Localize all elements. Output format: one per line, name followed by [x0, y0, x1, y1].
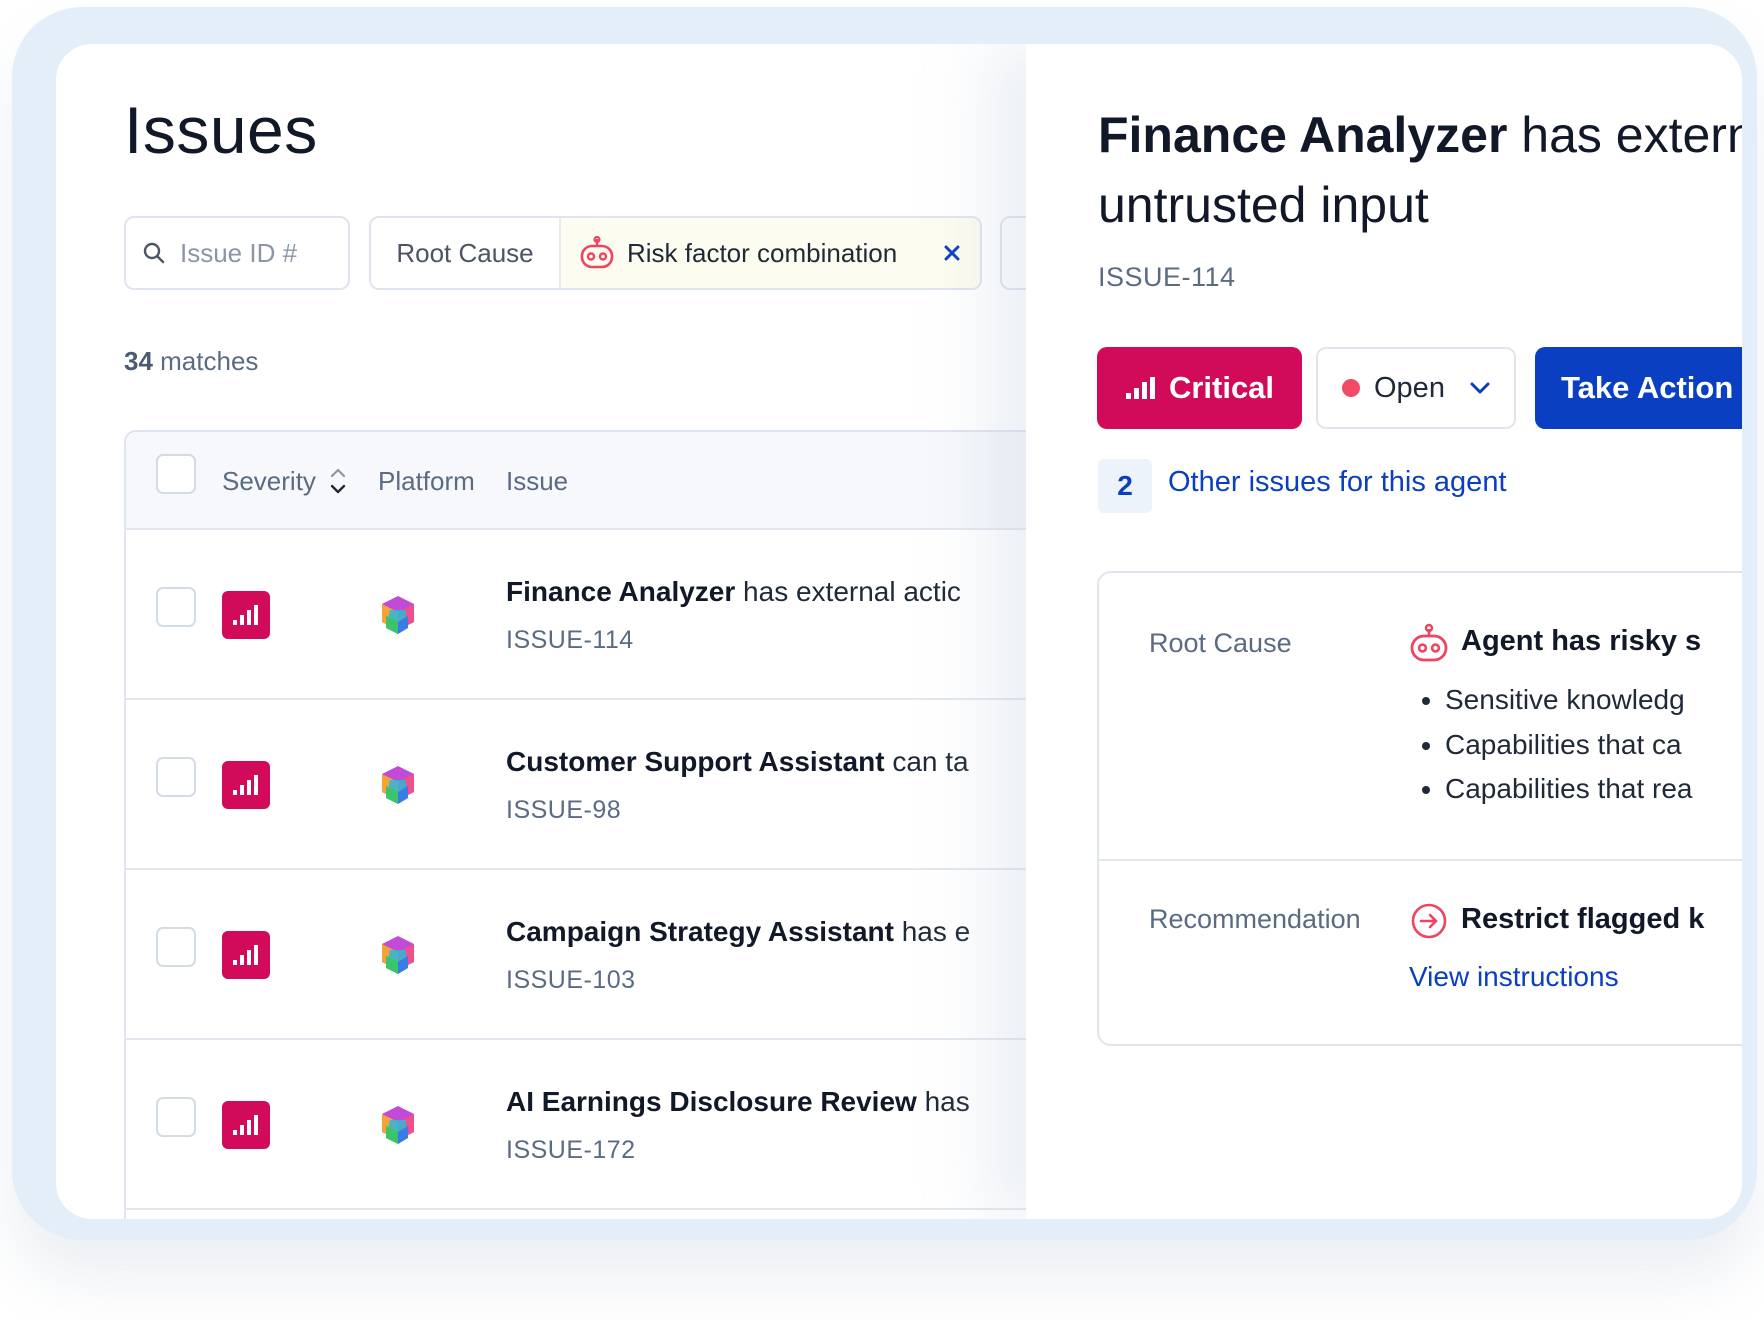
cube-logo-icon — [382, 596, 414, 634]
table-row[interactable]: Customer Support Assistant can ta ISSUE-… — [126, 700, 1082, 870]
card-divider — [1099, 859, 1742, 861]
row-issue-title[interactable]: Campaign Strategy Assistant has e — [506, 916, 970, 948]
cube-logo-icon — [382, 766, 414, 804]
status-dropdown[interactable]: Open — [1316, 347, 1516, 429]
table-header: Severity Platform Issue — [126, 432, 1082, 530]
search-icon — [143, 242, 165, 264]
recommendation-label: Recommendation — [1149, 904, 1361, 934]
row-issue-title[interactable]: Customer Support Assistant can ta — [506, 746, 969, 778]
search-box[interactable] — [124, 216, 350, 290]
root-cause-heading: Agent has risky s — [1461, 625, 1702, 657]
robot-icon — [1410, 623, 1448, 662]
severity-critical-badge — [222, 931, 270, 979]
issues-table: Severity Platform Issue Finance Analyzer… — [124, 430, 1084, 1219]
severity-button-label: Critical — [1168, 370, 1275, 405]
view-instructions-link[interactable]: View instructions — [1409, 961, 1619, 993]
match-count-number: 34 — [124, 346, 153, 376]
signal-bars-icon — [233, 605, 258, 625]
page-title: Issues — [124, 93, 318, 167]
cube-logo-icon — [382, 1106, 414, 1144]
arrow-right-circle-icon — [1411, 903, 1447, 939]
severity-critical-badge — [222, 1101, 270, 1149]
take-action-button[interactable]: Take Action — [1535, 347, 1742, 429]
root-cause-list: Sensitive knowledg Capabilities that ca … — [1421, 678, 1692, 812]
issue-detail-panel: Finance Analyzer has externa untrusted i… — [1026, 44, 1742, 1219]
row-issue-text: can ta — [884, 746, 969, 777]
recommendation-heading: Restrict flagged k — [1461, 903, 1705, 935]
status-dot-icon — [1342, 379, 1360, 397]
row-issue-text: has e — [893, 916, 971, 947]
table-row[interactable]: Finance Analyzer has external actic ISSU… — [126, 530, 1082, 700]
column-header-issue[interactable]: Issue — [506, 432, 568, 530]
severity-button[interactable]: Critical — [1097, 347, 1302, 429]
chevron-down-icon — [1470, 382, 1490, 394]
row-checkbox[interactable] — [156, 757, 196, 797]
filter-value-label: Risk factor combination — [627, 237, 898, 268]
status-label: Open — [1374, 371, 1445, 404]
root-cause-label: Root Cause — [1149, 628, 1292, 658]
filter-value-chip[interactable]: Risk factor combination — [561, 218, 980, 288]
row-agent-name: Campaign Strategy Assistant — [506, 916, 894, 947]
row-checkbox[interactable] — [156, 927, 196, 967]
match-count: 34 matches — [124, 346, 258, 377]
row-checkbox[interactable] — [156, 587, 196, 627]
row-agent-name: Customer Support Assistant — [506, 746, 885, 777]
issue-id-search-input[interactable] — [178, 236, 328, 270]
row-issue-title[interactable]: AI Earnings Disclosure Review has — [506, 1086, 970, 1118]
cube-logo-icon — [382, 936, 414, 974]
root-cause-filter[interactable]: Root Cause Risk factor combination — [369, 216, 982, 290]
app-frame: Issues Root Cause — [12, 7, 1757, 1240]
close-icon[interactable] — [940, 241, 964, 265]
row-agent-name: Finance Analyzer — [506, 576, 736, 607]
root-cause-item: Capabilities that rea — [1445, 767, 1692, 812]
other-issues-link[interactable]: Other issues for this agent — [1168, 466, 1507, 499]
row-issue-id: ISSUE-114 — [506, 626, 634, 654]
issues-list-panel: Issues Root Cause — [56, 44, 1084, 1219]
root-cause-item: Capabilities that ca — [1445, 723, 1692, 768]
row-issue-text: has external actic — [735, 576, 961, 607]
row-agent-name: AI Earnings Disclosure Review — [506, 1086, 917, 1117]
row-issue-text: has — [916, 1086, 970, 1117]
column-header-severity[interactable]: Severity — [222, 432, 348, 530]
column-label-severity: Severity — [222, 465, 316, 496]
severity-critical-badge — [222, 761, 270, 809]
column-header-platform[interactable]: Platform — [378, 432, 475, 530]
table-row[interactable]: Campaign Strategy Assistant has e ISSUE-… — [126, 870, 1082, 1040]
detail-title: Finance Analyzer has externa untrusted i… — [1098, 100, 1742, 240]
row-issue-id: ISSUE-98 — [506, 796, 622, 824]
other-issues-count-badge: 2 — [1098, 459, 1152, 513]
row-checkbox[interactable] — [156, 1097, 196, 1137]
severity-critical-badge — [222, 591, 270, 639]
match-count-suffix: matches — [152, 346, 259, 376]
row-issue-title[interactable]: Finance Analyzer has external actic — [506, 576, 961, 608]
app-window: Issues Root Cause — [56, 44, 1742, 1219]
row-issue-id: ISSUE-103 — [506, 966, 636, 994]
signal-bars-icon — [233, 945, 258, 965]
detail-agent-name: Finance Analyzer — [1098, 107, 1508, 163]
sort-icon[interactable] — [328, 466, 348, 496]
issue-details-card: Root Cause Agent has risky s Sensitive k… — [1097, 571, 1742, 1046]
detail-issue-id: ISSUE-114 — [1098, 262, 1236, 292]
table-row[interactable]: AI Earnings Disclosure Review has ISSUE-… — [126, 1040, 1082, 1210]
row-issue-id: ISSUE-172 — [506, 1136, 636, 1164]
select-all-checkbox[interactable] — [156, 454, 196, 494]
robot-icon — [580, 236, 614, 269]
root-cause-item: Sensitive knowledg — [1445, 678, 1692, 723]
signal-bars-icon — [1125, 377, 1155, 399]
signal-bars-icon — [233, 1115, 258, 1135]
filter-key-label[interactable]: Root Cause — [371, 218, 561, 288]
signal-bars-icon — [233, 775, 258, 795]
